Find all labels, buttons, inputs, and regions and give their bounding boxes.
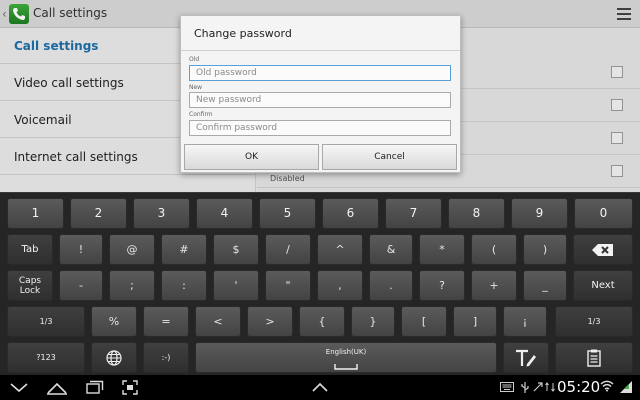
keyboard-icon [500, 382, 514, 392]
key-open-paren[interactable]: ( [471, 234, 517, 265]
backspace-icon[interactable] [573, 234, 633, 265]
old-password-field[interactable] [189, 65, 451, 81]
home-icon[interactable] [46, 381, 68, 395]
key-comma[interactable]: , [317, 270, 363, 301]
emoticon-key[interactable]: :-) [143, 342, 189, 373]
key-underscore[interactable]: _ [523, 270, 567, 301]
screenshot-icon[interactable] [122, 380, 138, 395]
space-bar-icon [334, 364, 358, 370]
key-plus[interactable]: + [471, 270, 517, 301]
key-7[interactable]: 7 [385, 198, 442, 229]
next-key[interactable]: Next [573, 270, 633, 301]
key-caret[interactable]: ^ [317, 234, 363, 265]
clipboard-icon[interactable] [555, 342, 633, 373]
change-password-dialog: Change password Old New Confirm OK Cance… [180, 15, 461, 173]
key-1[interactable]: 1 [7, 198, 64, 229]
key-percent[interactable]: % [91, 306, 137, 337]
caps-lock-key[interactable]: Caps Lock [7, 270, 53, 301]
key-slash[interactable]: / [265, 234, 311, 265]
keyboard-hide-icon[interactable] [312, 383, 328, 392]
tab-key[interactable]: Tab [7, 234, 53, 265]
key-5[interactable]: 5 [259, 198, 316, 229]
key-semicolon[interactable]: ; [109, 270, 155, 301]
new-password-field[interactable] [189, 92, 451, 108]
old-password-label: Old [189, 56, 200, 63]
key-open-bracket[interactable]: [ [401, 306, 447, 337]
key-ampersand[interactable]: & [369, 234, 413, 265]
cancel-button[interactable]: Cancel [322, 144, 457, 170]
transfer-icon [545, 382, 555, 392]
recent-apps-icon[interactable] [86, 380, 104, 394]
key-2[interactable]: 2 [70, 198, 127, 229]
key-4[interactable]: 4 [196, 198, 253, 229]
globe-icon[interactable] [91, 342, 137, 373]
key-asterisk[interactable]: * [419, 234, 465, 265]
ok-button[interactable]: OK [184, 144, 319, 170]
caps-label: Caps [18, 276, 42, 286]
key-colon[interactable]: : [161, 270, 207, 301]
sync-icon [533, 382, 543, 392]
key-exclamation[interactable]: ! [59, 234, 103, 265]
key-close-bracket[interactable]: ] [453, 306, 497, 337]
handwriting-icon[interactable] [503, 342, 549, 373]
key-greater-than[interactable]: > [247, 306, 293, 337]
key-period[interactable]: . [369, 270, 413, 301]
usb-icon [521, 382, 529, 393]
confirm-password-field[interactable] [189, 120, 451, 136]
key-quote[interactable]: " [265, 270, 311, 301]
system-bar: 05:20 [0, 375, 640, 400]
key-9[interactable]: 9 [511, 198, 568, 229]
key-minus[interactable]: - [59, 270, 103, 301]
lock-label: Lock [19, 286, 41, 296]
divider [181, 50, 460, 51]
dialog-title: Change password [194, 27, 292, 40]
page-key-left[interactable]: 1/3 [7, 306, 85, 337]
key-question[interactable]: ? [419, 270, 465, 301]
key-3[interactable]: 3 [133, 198, 190, 229]
symbols-key[interactable]: ?123 [7, 342, 85, 373]
key-close-paren[interactable]: ) [523, 234, 567, 265]
clock: 05:20 [557, 378, 601, 396]
space-key[interactable]: English(UK) [195, 342, 497, 373]
key-close-brace[interactable]: } [351, 306, 395, 337]
key-hash[interactable]: # [161, 234, 207, 265]
key-dollar[interactable]: $ [213, 234, 259, 265]
on-screen-keyboard: 1 2 3 4 5 6 7 8 9 0 Tab ! @ # $ / ^ & * … [0, 192, 640, 375]
key-0[interactable]: 0 [574, 198, 633, 229]
language-label: English(UK) [325, 348, 367, 356]
key-less-than[interactable]: < [195, 306, 241, 337]
page-key-right[interactable]: 1/3 [555, 306, 633, 337]
wifi-icon [600, 380, 614, 392]
key-open-brace[interactable]: { [299, 306, 345, 337]
new-password-label: New [189, 84, 203, 91]
confirm-password-label: Confirm [189, 111, 213, 118]
key-6[interactable]: 6 [322, 198, 379, 229]
key-8[interactable]: 8 [448, 198, 505, 229]
key-apostrophe[interactable]: ' [213, 270, 259, 301]
back-icon[interactable] [10, 383, 28, 393]
key-equals[interactable]: = [143, 306, 189, 337]
key-inverted-exclamation[interactable]: ¡ [503, 306, 547, 337]
key-at[interactable]: @ [109, 234, 155, 265]
battery-icon [620, 381, 632, 393]
